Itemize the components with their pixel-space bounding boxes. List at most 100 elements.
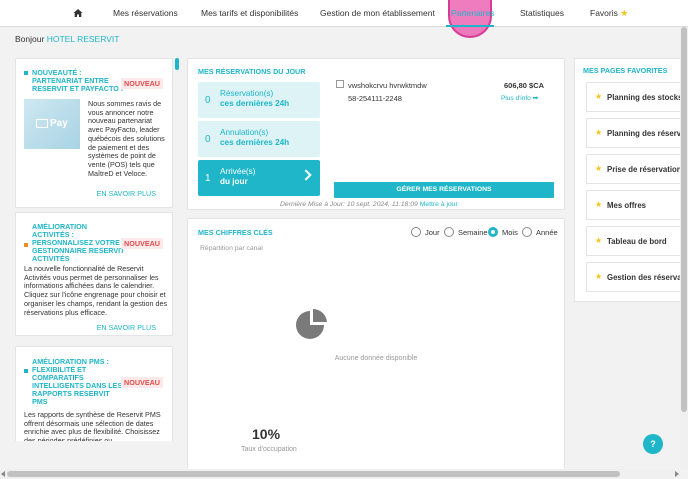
star-icon: ★ xyxy=(595,92,603,101)
nav-statistics[interactable]: Statistiques xyxy=(520,0,564,27)
news-text: Nous sommes ravis de vous annoncer notre… xyxy=(88,99,165,178)
new-badge: NOUVEAU xyxy=(121,78,163,89)
radio-year-label: Année xyxy=(536,228,558,237)
key-figures-title: MES CHIFFRES CLÉS xyxy=(198,228,273,237)
star-icon: ★ xyxy=(595,200,603,209)
favorite-label: Planning des stocks xyxy=(607,93,682,102)
confirmation-number: 58-254111-2248 xyxy=(348,94,402,103)
cancellations-period: ces dernières 24h xyxy=(220,138,290,147)
pie-chart-icon xyxy=(296,308,327,339)
radio-year[interactable] xyxy=(522,227,532,237)
star-icon: ★ xyxy=(620,8,629,18)
nav-rates-availability[interactable]: Mes tarifs et disponibilités xyxy=(201,0,298,27)
manage-reservations-button[interactable]: GÉRER MES RÉSERVATIONS xyxy=(334,182,554,198)
news-bullet xyxy=(24,369,28,373)
favorite-label: Prise de réservation xyxy=(607,165,682,174)
occupancy-label: Taux d'occupation xyxy=(241,446,297,453)
favorite-reservation-planning[interactable]: ★ Planning des réservations xyxy=(586,118,682,148)
key-figures-panel: MES CHIFFRES CLÉS Jour Semaine Mois Anné… xyxy=(187,218,565,478)
greeting-prefix: Bonjour xyxy=(15,34,45,44)
nav-my-reservations[interactable]: Mes réservations xyxy=(113,0,178,27)
arrivals-box[interactable]: 1 Arrivée(s) du jour xyxy=(198,160,320,196)
star-icon: ★ xyxy=(595,272,603,281)
learn-more-link[interactable]: EN SAVOIR PLUS xyxy=(97,323,156,332)
star-icon: ★ xyxy=(595,236,603,245)
favorite-reservation-management[interactable]: ★ Gestion des réservations xyxy=(586,262,682,292)
cancellations-count: 0 xyxy=(205,134,211,145)
last-update-text: Dernière Mise à Jour: 10 sept. 2024, 11:… xyxy=(280,201,418,208)
card-icon xyxy=(36,119,48,128)
nav-favorites[interactable]: Favoris ★ xyxy=(590,0,628,27)
favorite-dashboard[interactable]: ★ Tableau de bord xyxy=(586,226,682,256)
news-card-activities: AMÉLIORATION ACTIVITÉS : PERSONNALISEZ V… xyxy=(15,212,173,336)
nav-property-management[interactable]: Gestion de mon établissement xyxy=(320,0,435,27)
favorite-take-reservation[interactable]: ★ Prise de réservation xyxy=(586,154,682,184)
new-reservations-count: 0 xyxy=(205,95,211,106)
cancellations-box[interactable]: 0 Annulation(s) ces dernières 24h xyxy=(198,121,320,157)
arrow-right-icon: ➡ xyxy=(532,95,539,102)
favorite-label: Planning des réservations xyxy=(607,129,682,138)
new-badge: NOUVEAU xyxy=(121,238,163,249)
news-scroll-indicator[interactable] xyxy=(175,58,179,70)
vertical-scrollbar[interactable] xyxy=(680,27,688,469)
payfacto-image: Pay xyxy=(24,99,80,149)
radio-month[interactable] xyxy=(488,227,498,237)
new-reservations-period: ces dernières 24h xyxy=(220,99,290,108)
cancellations-label: Annulation(s) xyxy=(220,128,269,137)
news-title[interactable]: NOUVEAUTÉ : PARTENARIAT ENTRE RESERVIT E… xyxy=(32,69,124,93)
reservations-title: MES RÉSERVATIONS DU JOUR xyxy=(198,67,306,76)
guest-price: 606,80 $CA xyxy=(504,81,545,90)
news-title[interactable]: AMÉLIORATION PMS : FLEXIBILITÉ ET COMPAR… xyxy=(32,358,126,406)
greeting: Bonjour HOTEL RESERVIT xyxy=(15,34,119,44)
refresh-link[interactable]: Mettre à jour xyxy=(420,201,458,208)
more-info-link[interactable]: Plus d'info ➡ xyxy=(501,94,538,102)
news-column: NOUVEAUTÉ : PARTENARIAT ENTRE RESERVIT E… xyxy=(15,58,173,441)
favorite-label: Gestion des réservations xyxy=(607,273,681,282)
radio-week-label: Semaine xyxy=(458,228,488,237)
arrivals-label: Arrivée(s) xyxy=(220,167,256,176)
favorite-label: Tableau de bord xyxy=(607,237,667,246)
scroll-right-arrow-icon[interactable] xyxy=(675,471,679,477)
news-bullet xyxy=(24,243,28,247)
scroll-left-arrow-icon[interactable] xyxy=(1,471,5,477)
arrivals-count: 1 xyxy=(205,173,211,184)
no-data-message: Aucune donnée disponible xyxy=(334,355,418,362)
reservations-panel: MES RÉSERVATIONS DU JOUR 0 Réservation(s… xyxy=(187,58,565,210)
home-icon[interactable] xyxy=(73,8,83,18)
radio-week[interactable] xyxy=(444,227,454,237)
channel-breakdown-label: Répartition par canal xyxy=(200,245,263,252)
help-button[interactable]: ? xyxy=(643,434,663,454)
new-reservations-label: Réservation(s) xyxy=(220,89,274,98)
hotel-name: HOTEL RESERVIT xyxy=(46,34,120,44)
news-title[interactable]: AMÉLIORATION ACTIVITÉS : PERSONNALISEZ V… xyxy=(32,223,126,263)
chevron-right-icon xyxy=(300,169,312,181)
last-update: Dernière Mise à Jour: 10 sept. 2024, 11:… xyxy=(280,201,458,208)
payfacto-logo-text: Pay xyxy=(50,118,68,129)
news-card-payfacto: NOUVEAUTÉ : PARTENARIAT ENTRE RESERVIT E… xyxy=(15,58,173,208)
learn-more-link[interactable]: EN SAVOIR PLUS xyxy=(97,189,156,198)
radio-day[interactable] xyxy=(411,227,421,237)
horizontal-scrollbar[interactable] xyxy=(0,469,680,479)
new-badge: NOUVEAU xyxy=(121,377,163,388)
horizontal-scroll-thumb[interactable] xyxy=(7,471,620,477)
favorite-my-offers[interactable]: ★ Mes offres xyxy=(586,190,682,220)
news-text: Les rapports de synthèse de Reservit PMS… xyxy=(24,410,161,441)
vertical-scroll-thumb[interactable] xyxy=(681,27,687,412)
favorites-title: MES PAGES FAVORITES xyxy=(583,66,668,75)
nav-partners[interactable]: Partenaires xyxy=(451,0,494,27)
news-bullet xyxy=(24,71,28,75)
star-icon: ★ xyxy=(595,164,603,173)
radio-day-label: Jour xyxy=(425,228,440,237)
guest-name: vwshokcrvu hvrwktmdw xyxy=(348,81,427,90)
active-tab-underline xyxy=(446,25,494,27)
new-reservations-box[interactable]: 0 Réservation(s) ces dernières 24h xyxy=(198,82,320,118)
top-navigation: Mes réservations Mes tarifs et disponibi… xyxy=(0,0,688,38)
radio-month-label: Mois xyxy=(502,228,518,237)
news-text: La nouvelle fonctionnalité de Reservit A… xyxy=(24,264,168,317)
guest-checkbox[interactable] xyxy=(336,80,344,88)
occupancy-rate: 10% xyxy=(252,426,281,442)
more-info-label: Plus d'info xyxy=(501,95,531,102)
favorite-stock-planning[interactable]: ★ Planning des stocks xyxy=(586,82,682,112)
arrivals-period: du jour xyxy=(220,177,248,186)
nav-favorites-label: Favoris xyxy=(590,8,618,18)
